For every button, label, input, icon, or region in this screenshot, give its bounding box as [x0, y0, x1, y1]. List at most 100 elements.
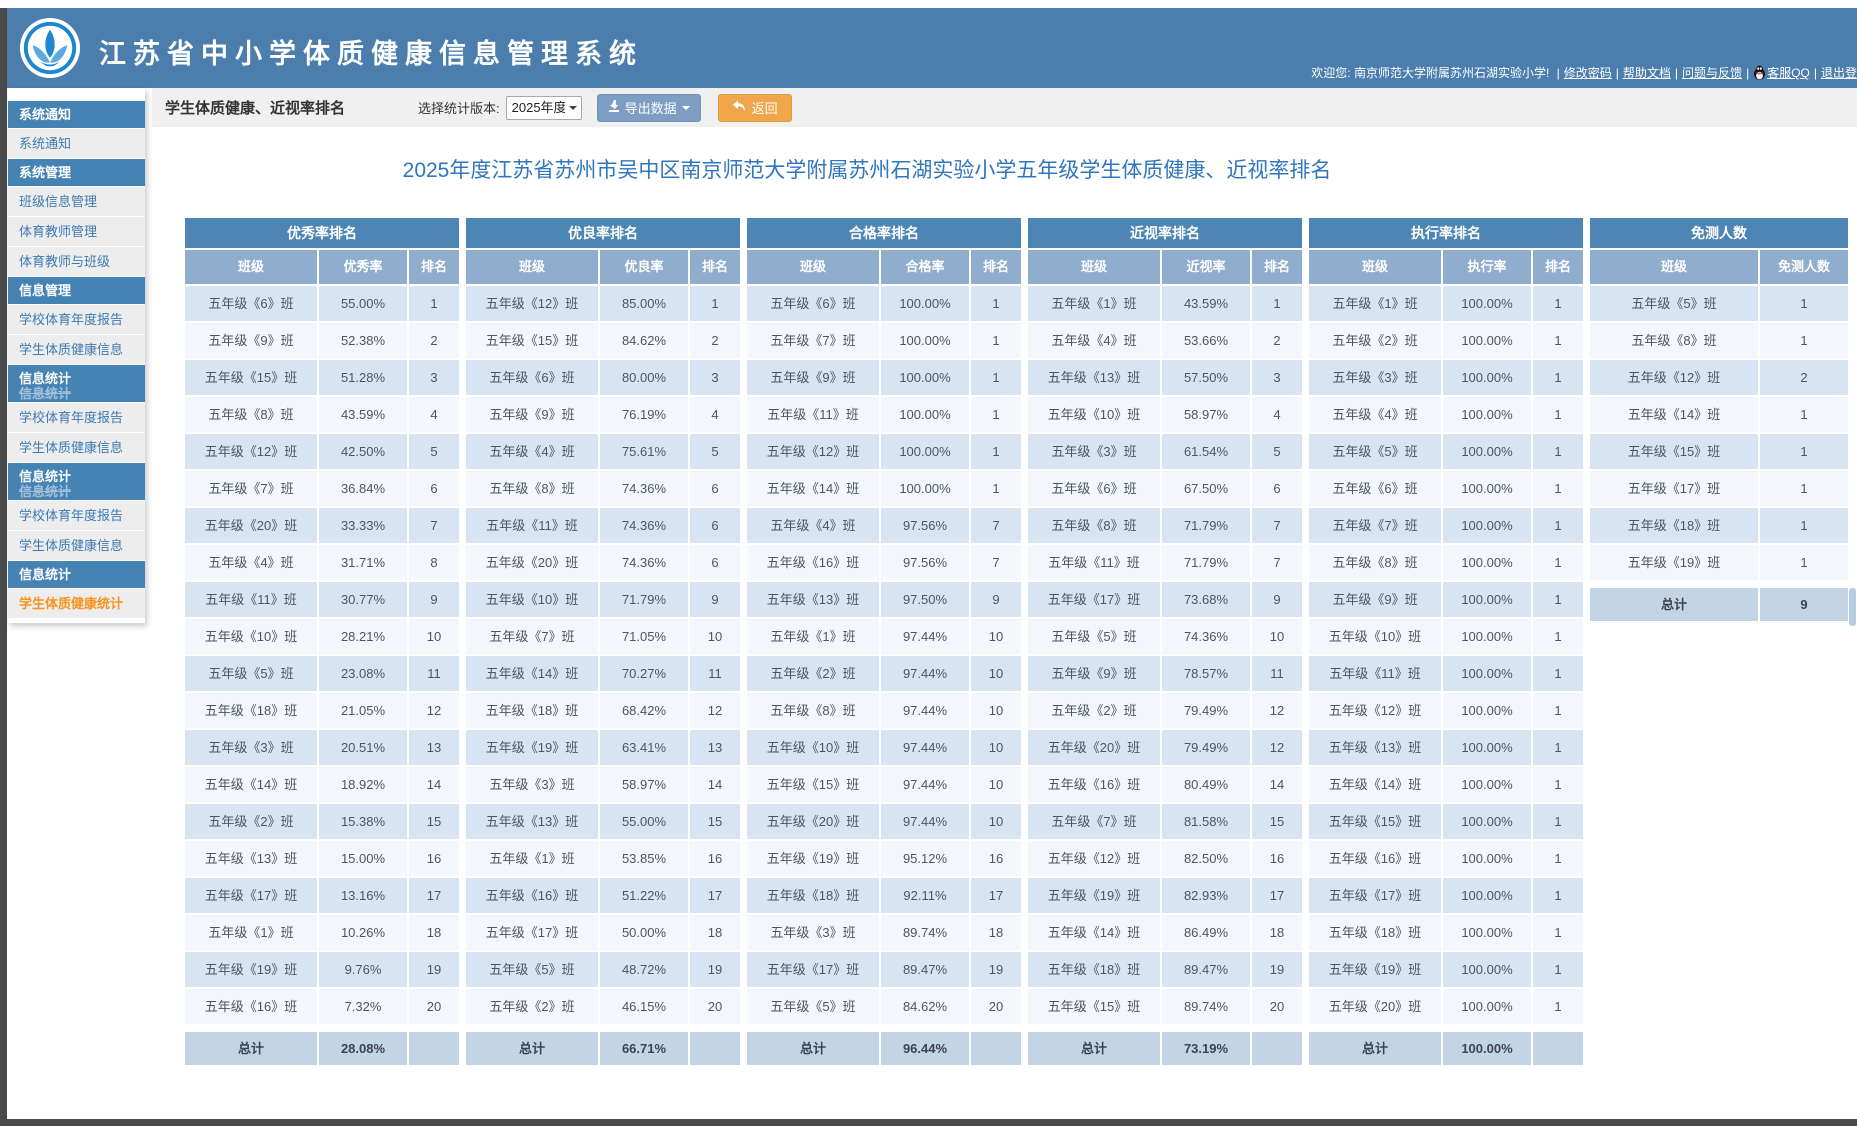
table-row: 五年级《20》班 33.33% 7 [185, 508, 459, 543]
page-title: 学生体质健康、近视率排名 [165, 100, 346, 117]
table-row: 五年级《19》班 95.12% 16 [747, 841, 1021, 876]
sidebar-item[interactable]: 学校体育年度报告 [8, 403, 145, 433]
table-row: 五年级《5》班 1 [1590, 286, 1848, 321]
header-link[interactable]: 修改密码 [1564, 66, 1612, 80]
count-cell: 1 [1760, 286, 1848, 321]
table-execution-rate: 执行率排名 班级 执行率 排名 五年级《1》班 100.00% 1 五年级《2》班 100.00… [1309, 218, 1583, 1065]
rank-cell: 1 [1533, 397, 1583, 432]
table-row: 五年级《12》班 42.50% 5 [185, 434, 459, 469]
sidebar-item[interactable]: 学生体质健康信息 [8, 335, 145, 365]
rate-cell: 97.44% [881, 619, 969, 654]
header-link[interactable]: 客服QQ [1767, 66, 1810, 80]
class-cell: 五年级《4》班 [1309, 397, 1441, 432]
total-row: 总计 66.71% [466, 1032, 740, 1065]
class-cell: 五年级《1》班 [1309, 286, 1441, 321]
header-link[interactable]: 问题与反馈 [1682, 66, 1742, 80]
sidebar-section-header[interactable]: 系统管理 [8, 159, 145, 187]
sidebar-item[interactable]: 学校体育年度报告 [8, 305, 145, 335]
class-cell: 五年级《10》班 [747, 730, 879, 765]
class-cell: 五年级《17》班 [747, 952, 879, 987]
rank-cell: 14 [409, 767, 459, 802]
rate-cell: 20.51% [319, 730, 407, 765]
sidebar-item[interactable]: 学生体质健康信息 [8, 433, 145, 463]
version-select[interactable]: 2025年度 [505, 95, 582, 120]
class-cell: 五年级《11》班 [1028, 545, 1160, 580]
class-cell: 五年级《17》班 [1028, 582, 1160, 617]
rank-cell: 20 [971, 989, 1021, 1024]
table-row: 五年级《2》班 100.00% 1 [1309, 323, 1583, 358]
sidebar-section-header[interactable]: 系统通知 [8, 101, 145, 129]
class-cell: 五年级《4》班 [185, 545, 317, 580]
table-header-row: 班级 优秀率 排名 [185, 250, 459, 284]
sidebar-item[interactable]: 系统通知 [8, 129, 145, 159]
rank-cell: 2 [409, 323, 459, 358]
table-row: 五年级《13》班 100.00% 1 [1309, 730, 1583, 765]
header-link[interactable]: 退出登录 [1821, 66, 1857, 80]
table-row: 五年级《15》班 100.00% 1 [1309, 804, 1583, 839]
class-cell: 五年级《2》班 [466, 989, 598, 1024]
class-cell: 五年级《1》班 [185, 915, 317, 950]
rank-cell: 18 [1252, 915, 1302, 950]
count-cell: 免测人数 [1760, 250, 1848, 284]
class-cell: 五年级《6》班 [1309, 471, 1441, 506]
class-cell: 五年级《7》班 [747, 323, 879, 358]
sidebar-section-header[interactable]: 信息统计 [8, 561, 145, 589]
rank-cell: 4 [409, 397, 459, 432]
rank-cell: 1 [1533, 841, 1583, 876]
class-cell: 五年级《18》班 [747, 878, 879, 913]
rate-cell: 63.41% [600, 730, 688, 765]
sidebar-section-header[interactable]: 信息统计 信息统计 [8, 365, 145, 403]
rank-cell: 20 [1252, 989, 1302, 1024]
class-cell: 五年级《16》班 [1309, 841, 1441, 876]
class-cell: 五年级《20》班 [747, 804, 879, 839]
tables-row: 优秀率排名 班级 优秀率 排名 五年级《6》班 55.00% 1 五年级《9》班 52.38% 2… [185, 218, 1857, 1065]
class-cell: 五年级《15》班 [747, 767, 879, 802]
rate-cell: 52.38% [319, 323, 407, 358]
table-row: 五年级《11》班 30.77% 9 [185, 582, 459, 617]
table-row: 五年级《3》班 20.51% 13 [185, 730, 459, 765]
sidebar-item[interactable]: 学生体质健康统计 [8, 589, 145, 619]
rate-cell: 86.49% [1162, 915, 1250, 950]
table-row: 五年级《11》班 74.36% 6 [466, 508, 740, 543]
table-row: 五年级《12》班 2 [1590, 360, 1848, 395]
sidebar-item[interactable]: 学生体质健康信息 [8, 531, 145, 561]
rate-cell: 74.36% [600, 545, 688, 580]
table-row: 五年级《5》班 48.72% 19 [466, 952, 740, 987]
sidebar-item[interactable]: 体育教师管理 [8, 217, 145, 247]
link-separator: | [1615, 66, 1619, 80]
rate-cell: 84.62% [881, 989, 969, 1024]
rate-cell: 82.50% [1162, 841, 1250, 876]
class-cell: 五年级《6》班 [185, 286, 317, 321]
rate-cell: 执行率 [1443, 250, 1531, 284]
total-row: 总计 9 [1590, 588, 1848, 621]
rank-cell: 1 [1533, 434, 1583, 469]
class-cell: 五年级《6》班 [747, 286, 879, 321]
sidebar-section-header[interactable]: 信息管理 [8, 277, 145, 305]
table-row: 五年级《14》班 86.49% 18 [1028, 915, 1302, 950]
rank-cell: 1 [1533, 286, 1583, 321]
rate-cell: 36.84% [319, 471, 407, 506]
rate-cell: 100.00% [1443, 989, 1531, 1024]
class-cell: 五年级《2》班 [185, 804, 317, 839]
version-select-wrap: 2025年度 [505, 95, 582, 120]
back-button[interactable]: 返回 [717, 93, 792, 122]
rank-cell: 18 [971, 915, 1021, 950]
table-row: 五年级《10》班 28.21% 10 [185, 619, 459, 654]
table-row: 五年级《8》班 74.36% 6 [466, 471, 740, 506]
rank-cell: 10 [690, 619, 740, 654]
sidebar-section-header[interactable]: 信息统计 信息统计 [8, 463, 145, 501]
class-cell: 总计 [1028, 1032, 1160, 1065]
class-cell: 五年级《9》班 [185, 323, 317, 358]
rank-cell: 7 [1252, 508, 1302, 543]
class-cell: 五年级《10》班 [466, 582, 598, 617]
sidebar-item[interactable]: 学校体育年度报告 [8, 501, 145, 531]
class-cell: 五年级《8》班 [1309, 545, 1441, 580]
sidebar-item[interactable]: 体育教师与班级 [8, 247, 145, 277]
rank-cell: 15 [690, 804, 740, 839]
scrollbar-thumb[interactable] [1849, 588, 1856, 626]
header-link[interactable]: 帮助文档 [1623, 66, 1671, 80]
table-row: 五年级《7》班 81.58% 15 [1028, 804, 1302, 839]
sidebar-item[interactable]: 班级信息管理 [8, 187, 145, 217]
export-data-button[interactable]: 导出数据 [596, 93, 701, 122]
rank-cell: 16 [409, 841, 459, 876]
